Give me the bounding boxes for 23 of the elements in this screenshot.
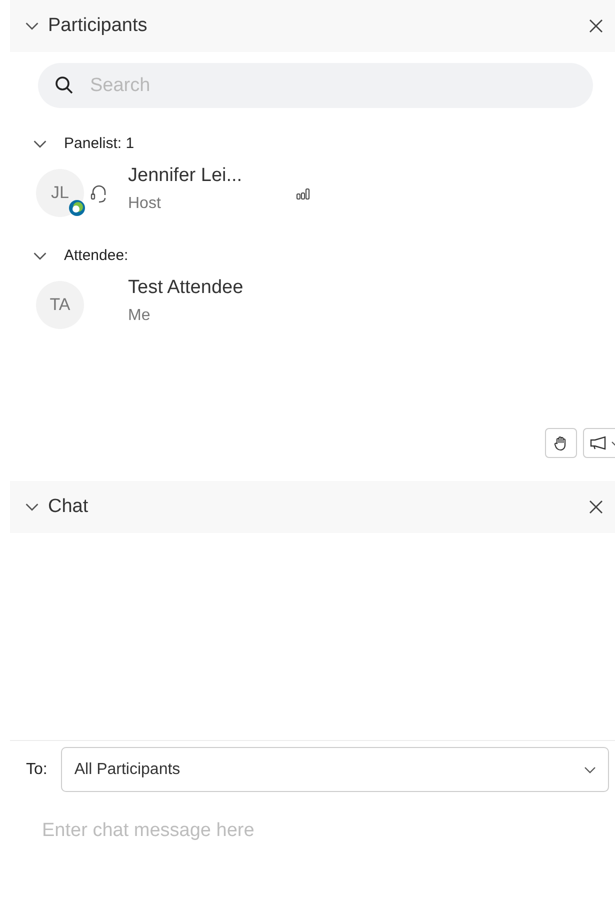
close-icon[interactable] <box>589 500 603 514</box>
headset-icon <box>90 184 108 204</box>
megaphone-button[interactable] <box>583 428 615 458</box>
avatar: TA <box>36 281 84 329</box>
participant-role: Me <box>128 306 152 326</box>
megaphone-icon <box>590 436 615 450</box>
message-field[interactable]: Enter chat message here <box>40 816 580 846</box>
caret-icon <box>584 766 596 774</box>
panel-title: Participants <box>48 14 148 38</box>
panel-title: Chat <box>48 494 88 519</box>
participant-name: Test Attendee <box>128 276 244 300</box>
group-label: Panelist: 1 <box>64 134 134 154</box>
to-label: To: <box>26 760 48 780</box>
participant-role: Host <box>128 194 162 214</box>
participant-name: Jennifer Lei... <box>128 164 244 188</box>
recipient-dropdown[interactable]: All Participants <box>61 747 609 792</box>
search-field[interactable]: Search <box>38 63 593 108</box>
hand-icon <box>554 435 568 451</box>
group-label: Attendee: <box>64 246 128 266</box>
raise-hand-button[interactable] <box>545 428 577 458</box>
avatar: JL <box>36 169 84 217</box>
audio-level-icon <box>296 188 310 200</box>
close-icon[interactable] <box>589 19 603 33</box>
